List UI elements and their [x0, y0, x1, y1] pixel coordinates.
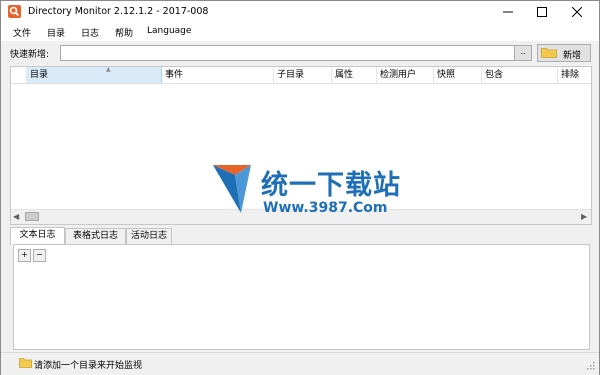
quick-add-label: 快速新增:: [10, 50, 50, 60]
tab-text-log[interactable]: 文本日志: [10, 227, 65, 245]
column-header-exclude[interactable]: 排除: [558, 67, 591, 83]
column-header-subdirectory[interactable]: 子目录: [274, 67, 332, 83]
scroll-thumb[interactable]: [25, 212, 39, 221]
title-bar[interactable]: Directory Monitor 2.12.1.2 - 2017-008: [1, 1, 599, 23]
zoom-out-button[interactable]: −: [33, 249, 46, 262]
column-header-directory[interactable]: 目录 ▲: [27, 67, 162, 83]
maximize-button[interactable]: [525, 1, 558, 23]
quick-add-input[interactable]: [60, 45, 516, 61]
folder-icon: [19, 358, 32, 368]
sort-ascending-icon: ▲: [106, 67, 111, 73]
watermark-cn-text: 统一下载站: [261, 170, 401, 201]
column-header-detect-user[interactable]: 检测用户: [377, 67, 434, 83]
watermark-url-text: Www.3987.Com: [263, 200, 388, 216]
folder-icon: [541, 48, 557, 58]
menu-directory[interactable]: 目录: [47, 26, 65, 39]
minimize-button[interactable]: [491, 1, 524, 23]
menu-bar: 文件 目录 日志 帮助 Language: [1, 23, 599, 41]
menu-log[interactable]: 日志: [81, 26, 99, 39]
scroll-left-icon[interactable]: ◀: [13, 212, 19, 221]
close-button[interactable]: [560, 1, 593, 23]
watermark: 统一下载站 Www.3987.Com: [211, 161, 401, 221]
window-title: Directory Monitor 2.12.1.2 - 2017-008: [28, 6, 209, 17]
main-window: Directory Monitor 2.12.1.2 - 2017-008 文件…: [0, 0, 600, 375]
zoom-in-button[interactable]: +: [18, 249, 31, 262]
column-header-directory-label: 目录: [30, 70, 49, 80]
quick-add-bar: 快速新增: .. 新增: [1, 41, 599, 65]
menu-file[interactable]: 文件: [13, 26, 31, 39]
grid-header: 目录 ▲ 事件 子目录 属性 检测用户 快照 包含 排除: [11, 67, 591, 84]
column-header-event[interactable]: 事件: [162, 67, 274, 83]
header-row-selector: [11, 67, 27, 83]
menu-help[interactable]: 帮助: [115, 26, 133, 39]
browse-button[interactable]: ..: [514, 45, 532, 61]
scroll-right-icon[interactable]: ▶: [581, 212, 587, 221]
add-button-label: 新增: [563, 51, 582, 61]
menu-language[interactable]: Language: [147, 26, 191, 36]
app-icon: [8, 5, 21, 18]
column-header-attributes[interactable]: 属性: [332, 67, 377, 83]
tab-activity-log[interactable]: 活动日志: [126, 228, 172, 244]
tab-table-log[interactable]: 表格式日志: [65, 228, 126, 244]
column-header-include[interactable]: 包含: [482, 67, 558, 83]
resize-grip-icon[interactable]: [585, 362, 595, 372]
add-button[interactable]: 新增: [537, 44, 591, 62]
column-header-snapshot[interactable]: 快照: [434, 67, 482, 83]
log-panel[interactable]: + −: [13, 244, 590, 350]
status-bar: 请添加一个目录来开始监视: [1, 352, 599, 375]
status-text: 请添加一个目录来开始监视: [34, 361, 143, 371]
